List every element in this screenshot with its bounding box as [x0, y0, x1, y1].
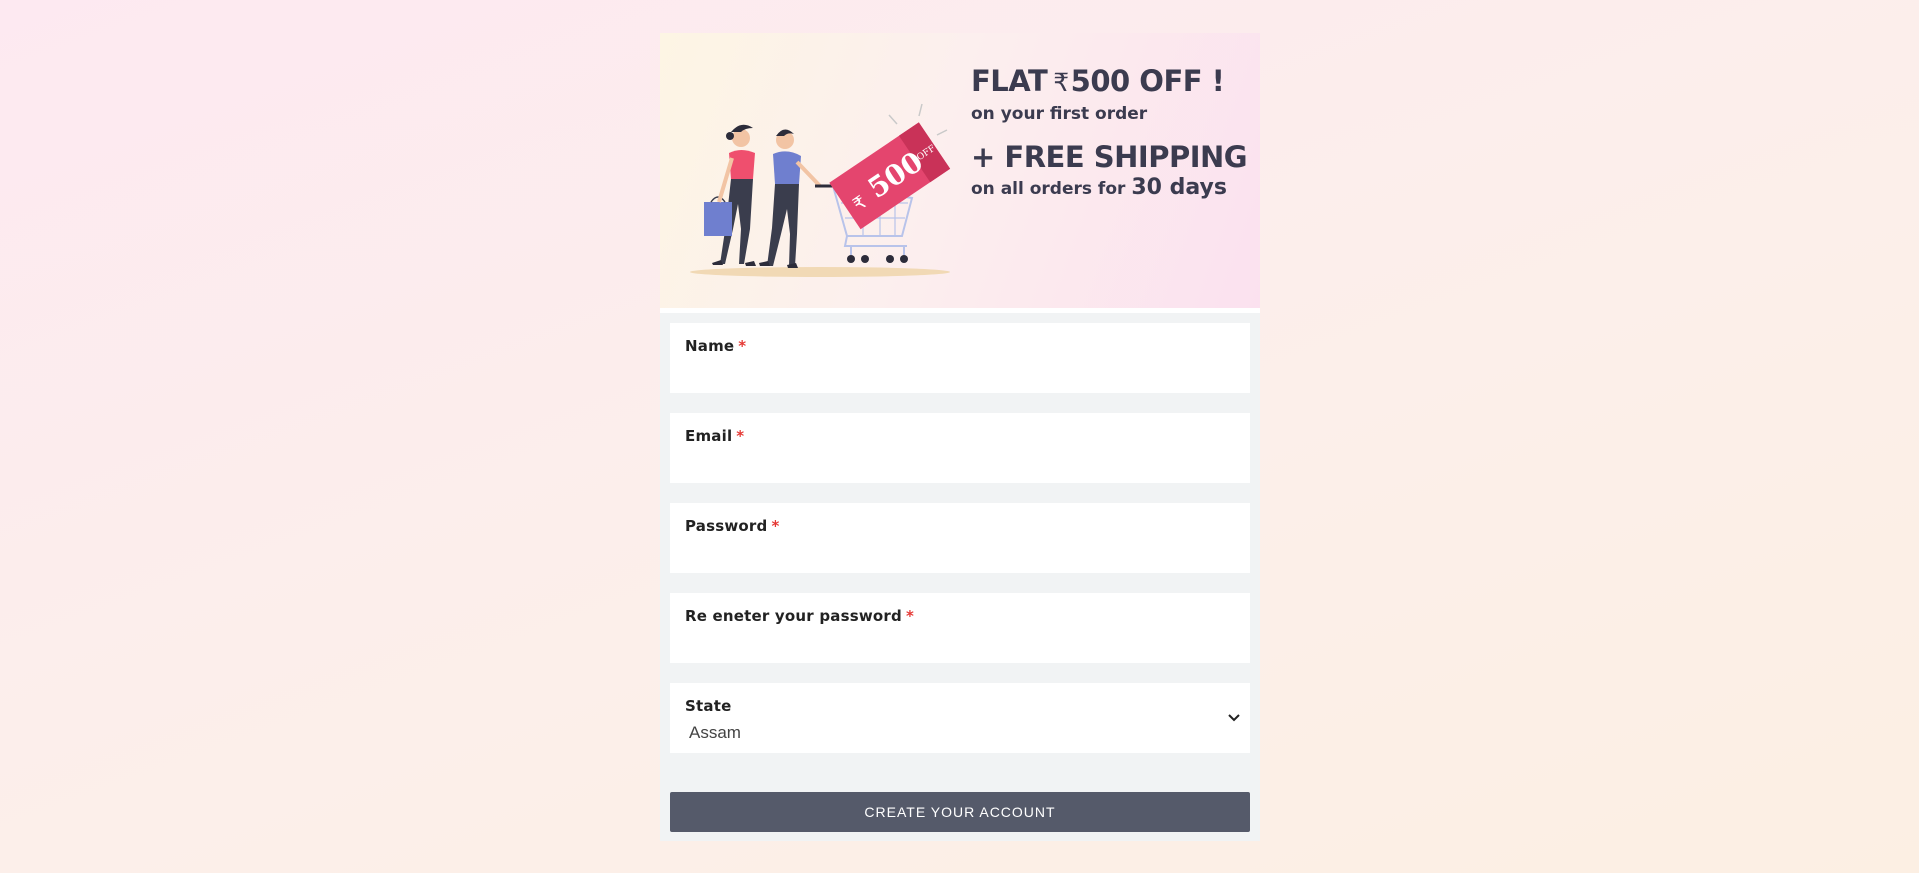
promo-free-shipping: + FREE SHIPPING	[971, 140, 1248, 174]
signup-card: 500 ₹ OFF FLAT ₹500 OFF ! on your first o…	[660, 33, 1260, 841]
rupee-symbol: ₹	[1053, 68, 1069, 97]
name-field[interactable]: Name *	[670, 323, 1250, 393]
promo-headline: FLAT ₹500 OFF !	[971, 64, 1225, 98]
promo-shipping-duration: on all orders for 30 days	[971, 175, 1227, 200]
required-mark: *	[738, 337, 747, 355]
promo-text: FLAT ₹500 OFF ! on your first order + FRE…	[971, 63, 1248, 202]
password-label: Password *	[685, 517, 780, 535]
required-mark: *	[905, 607, 914, 625]
required-mark: *	[771, 517, 780, 535]
password-field[interactable]: Password *	[670, 503, 1250, 573]
state-label: State	[685, 697, 732, 715]
promo-banner: 500 ₹ OFF FLAT ₹500 OFF ! on your first o…	[660, 33, 1260, 308]
email-field[interactable]: Email *	[670, 413, 1250, 483]
email-label: Email *	[685, 427, 745, 445]
name-input[interactable]	[685, 359, 1239, 389]
create-account-button[interactable]: CREATE YOUR ACCOUNT	[670, 792, 1250, 832]
confirm-password-input[interactable]	[685, 629, 1239, 659]
chevron-down-icon[interactable]	[1226, 709, 1242, 725]
required-mark: *	[736, 427, 745, 445]
confirm-password-field[interactable]: Re eneter your password *	[670, 593, 1250, 663]
banner-divider	[660, 308, 1260, 313]
state-select[interactable]: State Assam	[670, 683, 1250, 753]
email-input[interactable]	[685, 449, 1239, 479]
state-selected-value[interactable]: Assam	[689, 723, 741, 743]
promo-first-order: on your first order	[971, 104, 1148, 124]
name-label: Name *	[685, 337, 747, 355]
password-input[interactable]	[685, 539, 1239, 569]
price-tag-icon: 500 ₹ OFF	[829, 122, 951, 230]
confirm-password-label: Re eneter your password *	[685, 607, 914, 625]
